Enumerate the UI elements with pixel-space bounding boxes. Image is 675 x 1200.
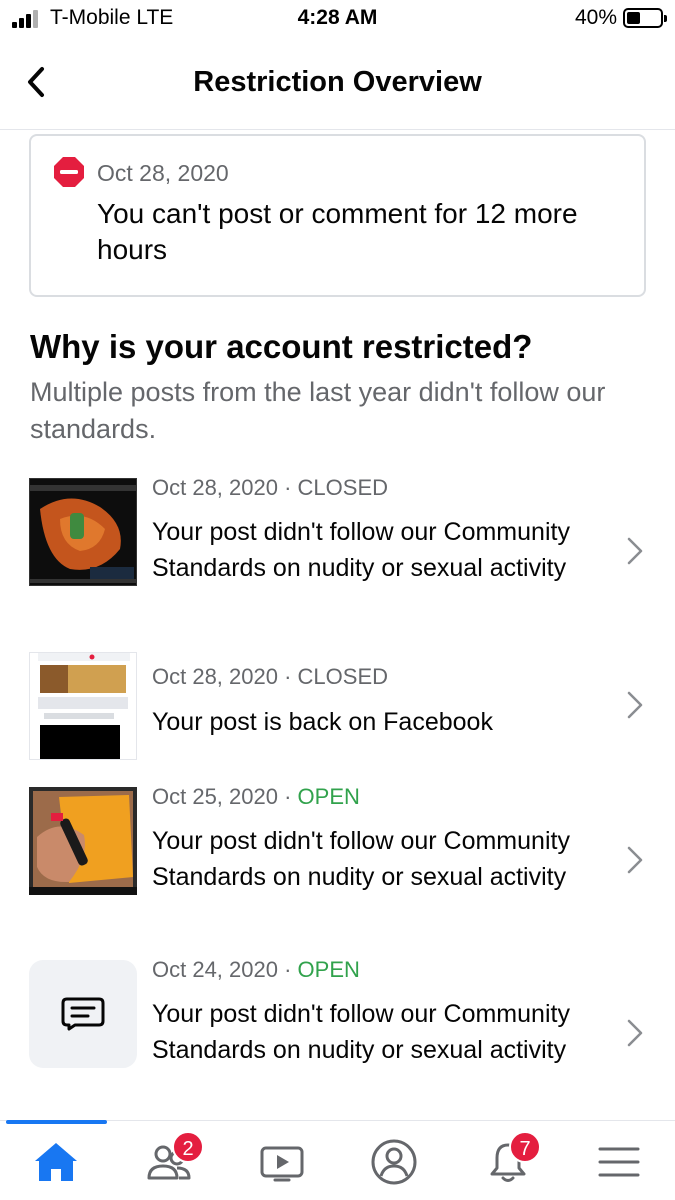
violation-meta: Oct 28, 2020 · CLOSED <box>152 475 388 501</box>
violation-meta: Oct 28, 2020 · CLOSED <box>152 664 388 690</box>
violation-item[interactable]: Oct 28, 2020 · CLOSED Your post is back … <box>0 652 675 762</box>
chevron-right-icon <box>627 846 643 874</box>
restriction-message: You can't post or comment for 12 more ho… <box>97 198 578 265</box>
violation-item[interactable]: Oct 28, 2020 · CLOSED Your post didn't f… <box>0 475 675 628</box>
status-label: OPEN <box>297 784 360 809</box>
post-thumbnail <box>29 960 137 1068</box>
tab-profile[interactable] <box>349 1127 439 1197</box>
status-bar: T-Mobile LTE 4:28 AM 40% <box>0 0 675 40</box>
page-title: Restriction Overview <box>193 66 482 98</box>
violation-description: Your post didn't follow our Community St… <box>152 518 570 582</box>
violation-item[interactable]: Oct 24, 2020 · OPEN Your post didn't fol… <box>0 957 675 1110</box>
chevron-right-icon <box>627 691 643 719</box>
section-heading: Why is your account restricted? <box>30 328 533 365</box>
profile-icon <box>371 1139 417 1185</box>
battery-level <box>627 12 640 24</box>
violation-description: Your post didn't follow our Community St… <box>152 1000 570 1064</box>
home-icon <box>35 1143 77 1181</box>
notifications-badge: 7 <box>509 1131 541 1163</box>
meta-separator: · <box>277 784 298 809</box>
no-entry-icon <box>54 157 84 187</box>
section-subtitle: Multiple posts from the last year didn't… <box>30 377 606 444</box>
status-time: 4:28 AM <box>297 6 378 29</box>
tab-home[interactable] <box>11 1127 101 1197</box>
meta-separator: · <box>277 664 298 689</box>
status-label: CLOSED <box>297 664 389 689</box>
friends-badge: 2 <box>172 1131 204 1163</box>
violation-date: Oct 25, 2020 <box>152 784 278 809</box>
violation-date: Oct 28, 2020 <box>152 664 278 689</box>
battery-percent: 40% <box>574 6 617 29</box>
chevron-right-icon <box>627 1019 643 1047</box>
tab-friends[interactable]: 2 <box>124 1127 214 1197</box>
battery-icon <box>623 8 667 28</box>
meta-separator: · <box>277 475 298 500</box>
violation-description: Your post didn't follow our Community St… <box>152 827 570 891</box>
active-tab-indicator <box>6 1120 107 1124</box>
status-label: CLOSED <box>297 475 389 500</box>
violation-date: Oct 28, 2020 <box>152 475 278 500</box>
tab-notifications[interactable]: 7 <box>463 1127 553 1197</box>
violation-date: Oct 24, 2020 <box>152 957 278 982</box>
tab-watch[interactable] <box>237 1127 327 1197</box>
violation-meta: Oct 24, 2020 · OPEN <box>152 957 360 983</box>
violation-item[interactable]: Oct 25, 2020 · OPEN Your post didn't fol… <box>0 784 675 937</box>
post-thumbnail <box>29 652 137 760</box>
violation-description: Your post is back on Facebook <box>152 708 493 736</box>
restriction-banner: Oct 28, 2020 You can't post or comment f… <box>29 134 646 297</box>
menu-icon <box>598 1147 640 1177</box>
violation-meta: Oct 25, 2020 · OPEN <box>152 784 360 810</box>
tab-menu[interactable] <box>574 1127 664 1197</box>
text-post-icon <box>61 997 105 1031</box>
post-thumbnail <box>29 787 137 895</box>
nav-header: Restriction Overview <box>0 40 675 130</box>
restriction-date: Oct 28, 2020 <box>97 160 229 186</box>
watch-icon <box>260 1146 304 1182</box>
status-label: OPEN <box>297 957 360 982</box>
post-thumbnail <box>29 478 137 586</box>
bottom-tab-bar: 2 7 <box>0 1120 675 1200</box>
meta-separator: · <box>277 957 298 982</box>
chevron-right-icon <box>627 537 643 565</box>
